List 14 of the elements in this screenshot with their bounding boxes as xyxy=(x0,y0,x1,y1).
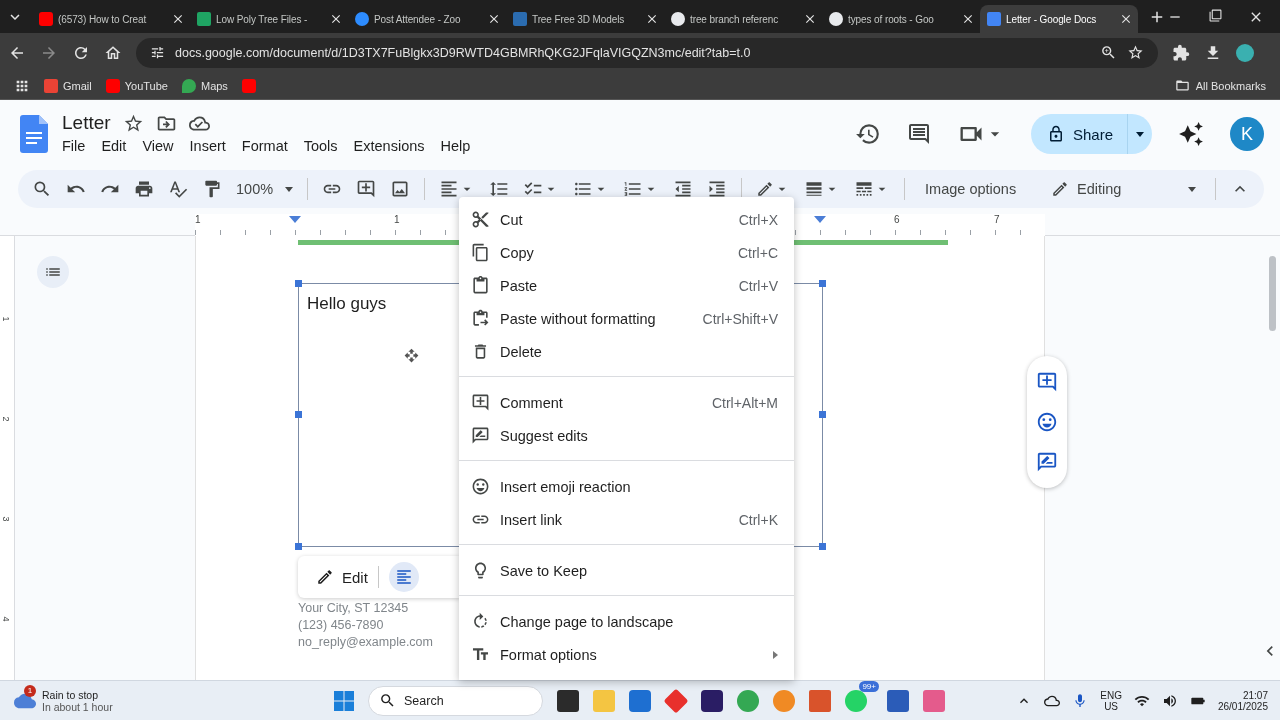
address-line: no_reply@example.com xyxy=(298,634,433,651)
notification-badge: 99+ xyxy=(859,680,879,692)
notification-badge: 1 xyxy=(24,684,36,697)
ruler-number: 2 xyxy=(0,416,11,422)
ruler-number: 1 xyxy=(0,316,11,322)
ruler-number: 6 xyxy=(894,214,900,225)
ruler-number: 3 xyxy=(0,516,11,522)
ruler-number: 1 xyxy=(394,214,400,225)
address-line: (123) 456-7890 xyxy=(298,617,384,634)
ruler-number: 4 xyxy=(0,616,11,622)
text-box-text: Hello guys xyxy=(307,294,387,314)
ruler-number: 1 xyxy=(195,214,201,225)
ruler-number: 7 xyxy=(994,214,1000,225)
address-line: Your City, ST 12345 xyxy=(298,600,409,617)
